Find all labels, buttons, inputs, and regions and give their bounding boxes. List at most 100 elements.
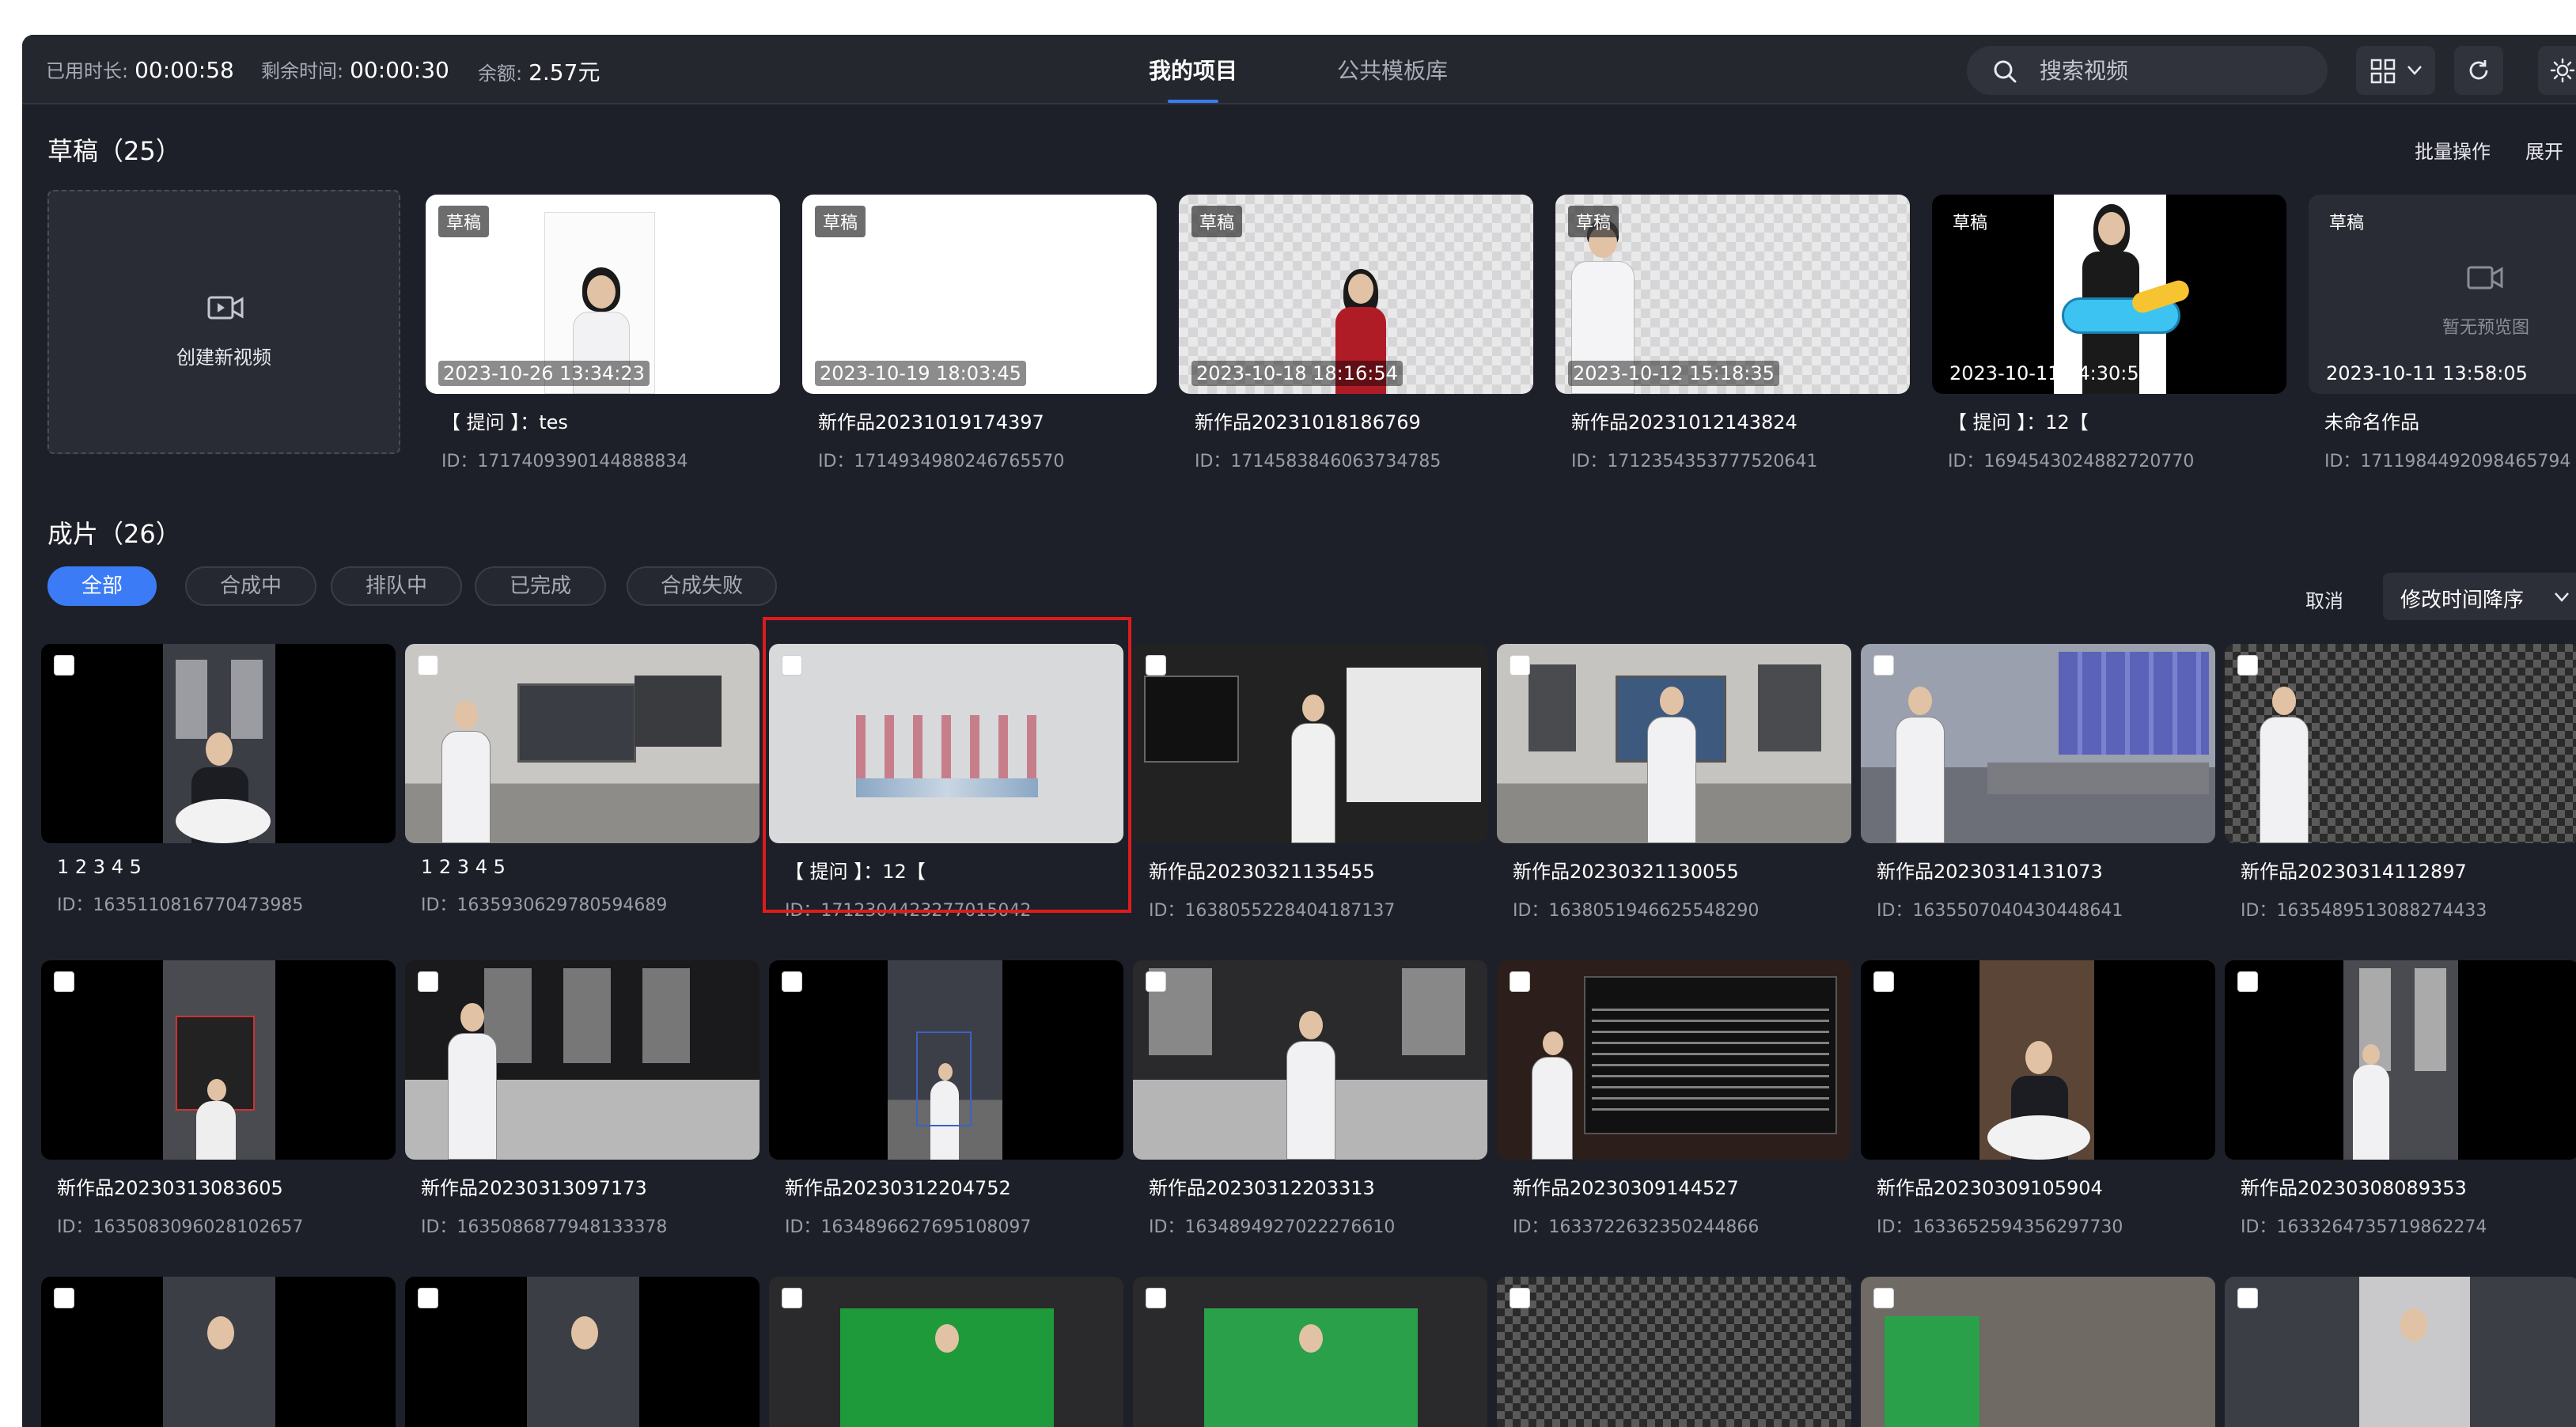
video-thumbnail[interactable]: [2225, 960, 2576, 1160]
view-mode-dropdown[interactable]: [2356, 46, 2435, 95]
video-thumbnail[interactable]: [1133, 960, 1487, 1160]
draft-thumbnail[interactable]: 草稿 2023-10-11 14:30:55: [1932, 195, 2286, 394]
video-card[interactable]: 新作品20230312203313 ID：1634894927022276610: [1133, 960, 1487, 1238]
video-thumbnail[interactable]: [405, 644, 760, 843]
video-card[interactable]: 新作品20230313097173 ID：1635086877948133378: [405, 960, 760, 1238]
select-checkbox[interactable]: [782, 1288, 802, 1308]
create-new-video-card[interactable]: 创建新视频: [47, 190, 400, 454]
drafts-title: 草稿（25）: [47, 136, 181, 166]
video-card[interactable]: 新作品20230308089353 ID：1633264735719862274: [2225, 960, 2576, 1238]
draft-date: 2023-10-19 18:03:45: [815, 361, 1026, 386]
select-checkbox[interactable]: [1510, 655, 1530, 676]
select-checkbox[interactable]: [2237, 1288, 2258, 1308]
video-thumbnail[interactable]: [41, 644, 396, 843]
filter-queued[interactable]: 排队中: [331, 566, 462, 606]
refresh-button[interactable]: [2454, 46, 2503, 95]
video-card[interactable]: [41, 1277, 396, 1427]
video-thumbnail[interactable]: [41, 1277, 396, 1427]
select-checkbox[interactable]: [1510, 1288, 1530, 1308]
draft-card[interactable]: 草稿 2023-10-12 15:18:35 新作品20231012143824…: [1555, 195, 1910, 472]
video-card[interactable]: 新作品20230309105904 ID：1633652594356297730: [1861, 960, 2215, 1238]
video-card[interactable]: 新作品20230309144527 ID：1633722632350244866: [1497, 960, 1851, 1238]
draft-badge: 草稿: [1191, 206, 1243, 237]
video-card[interactable]: 新作品20230321135455 ID：1638055228404187137: [1133, 644, 1487, 922]
video-thumbnail[interactable]: [1497, 960, 1851, 1160]
select-checkbox[interactable]: [2237, 971, 2258, 992]
video-thumbnail[interactable]: [405, 1277, 760, 1427]
select-checkbox[interactable]: [1146, 1288, 1166, 1308]
draft-card[interactable]: 草稿 2023-10-11 14:30:55 【 提问 】：12【 ID：169…: [1932, 195, 2286, 472]
video-card[interactable]: 新作品20230314131073 ID：1635507040430448641: [1861, 644, 2215, 922]
video-thumbnail[interactable]: [1861, 1277, 2215, 1427]
draft-thumbnail[interactable]: 草稿 2023-10-12 15:18:35: [1555, 195, 1910, 394]
select-checkbox[interactable]: [418, 655, 438, 676]
draft-thumbnail[interactable]: 草稿 2023-10-26 13:34:23: [426, 195, 780, 394]
select-checkbox[interactable]: [1146, 655, 1166, 676]
select-checkbox[interactable]: [1873, 655, 1894, 676]
sort-dropdown[interactable]: 修改时间降序: [2383, 573, 2576, 620]
select-checkbox[interactable]: [1873, 971, 1894, 992]
video-card[interactable]: [769, 1277, 1123, 1427]
select-checkbox[interactable]: [418, 971, 438, 992]
select-checkbox[interactable]: [54, 1288, 74, 1308]
video-card[interactable]: 【 提问 】：12【 ID：1712304423277015042: [769, 644, 1123, 922]
video-thumbnail[interactable]: [1133, 1277, 1487, 1427]
select-checkbox[interactable]: [2237, 655, 2258, 676]
video-thumbnail[interactable]: [2225, 1277, 2576, 1427]
draft-card[interactable]: 草稿 2023-10-19 18:03:45 新作品20231019174397…: [802, 195, 1157, 472]
no-preview-label: 暂无预览图: [2442, 318, 2529, 338]
draft-card[interactable]: 暂无预览图 草稿 2023-10-11 13:58:05 未命名作品 ID：17…: [2309, 195, 2576, 472]
filter-completed[interactable]: 已完成: [475, 566, 606, 606]
video-card[interactable]: 新作品20230312204752 ID：1634896627695108097: [769, 960, 1123, 1238]
video-thumbnail[interactable]: [405, 960, 760, 1160]
select-checkbox[interactable]: [782, 971, 802, 992]
select-checkbox[interactable]: [1146, 971, 1166, 992]
search-input[interactable]: [2040, 54, 2309, 87]
video-thumbnail[interactable]: [1497, 1277, 1851, 1427]
video-card[interactable]: [2225, 1277, 2576, 1427]
tab-public-templates[interactable]: 公共模板库: [1337, 54, 1448, 85]
select-checkbox[interactable]: [54, 655, 74, 676]
video-name: 1 2 3 4 5: [57, 856, 142, 878]
select-checkbox[interactable]: [782, 655, 802, 676]
expand-link[interactable]: 展开: [2525, 136, 2563, 164]
search-box[interactable]: [1967, 46, 2328, 95]
batch-operation-link[interactable]: 批量操作: [2415, 136, 2491, 164]
video-card[interactable]: 新作品20230314112897 ID：1635489513088274433: [2225, 644, 2576, 922]
filter-all[interactable]: 全部: [47, 566, 157, 606]
video-thumbnail[interactable]: [41, 960, 396, 1160]
video-card[interactable]: 新作品20230313083605 ID：1635083096028102657: [41, 960, 396, 1238]
video-card[interactable]: 新作品20230321130055 ID：1638051946625548290: [1497, 644, 1851, 922]
video-thumbnail[interactable]: [1133, 644, 1487, 843]
video-thumbnail[interactable]: [2225, 644, 2576, 843]
video-thumbnail[interactable]: [1861, 960, 2215, 1160]
video-card[interactable]: 1 2 3 4 5 ID：1635110816770473985: [41, 644, 396, 916]
video-name: 新作品20230309144527: [1513, 1177, 1739, 1199]
video-thumbnail[interactable]: [769, 960, 1123, 1160]
video-thumbnail[interactable]: [1861, 644, 2215, 843]
select-checkbox[interactable]: [54, 971, 74, 992]
draft-thumbnail[interactable]: 暂无预览图 草稿 2023-10-11 13:58:05: [2309, 195, 2576, 394]
draft-thumbnail[interactable]: 草稿 2023-10-19 18:03:45: [802, 195, 1157, 394]
select-checkbox[interactable]: [1510, 971, 1530, 992]
cancel-link[interactable]: 取消: [2305, 585, 2343, 613]
video-card[interactable]: 1 2 3 4 5 ID：1635930629780594689: [405, 644, 760, 916]
video-thumbnail[interactable]: [769, 644, 1123, 843]
video-card[interactable]: [405, 1277, 760, 1427]
draft-card[interactable]: 草稿 2023-10-26 13:34:23 【 提问 】：tes ID：171…: [426, 195, 780, 472]
tab-my-projects[interactable]: 我的项目: [1149, 54, 1237, 85]
draft-date: 2023-10-18 18:16:54: [1191, 361, 1403, 386]
video-card[interactable]: [1497, 1277, 1851, 1427]
theme-toggle-button[interactable]: [2538, 46, 2576, 95]
video-thumbnail[interactable]: [1497, 644, 1851, 843]
video-card[interactable]: [1861, 1277, 2215, 1427]
filter-failed[interactable]: 合成失败: [627, 566, 777, 606]
filter-composing[interactable]: 合成中: [185, 566, 316, 606]
draft-thumbnail[interactable]: 草稿 2023-10-18 18:16:54: [1179, 195, 1533, 394]
presenter-figure: [437, 685, 495, 843]
video-card[interactable]: [1133, 1277, 1487, 1427]
select-checkbox[interactable]: [1873, 1288, 1894, 1308]
select-checkbox[interactable]: [418, 1288, 438, 1308]
draft-card[interactable]: 草稿 2023-10-18 18:16:54 新作品20231018186769…: [1179, 195, 1533, 472]
video-thumbnail[interactable]: [769, 1277, 1123, 1427]
